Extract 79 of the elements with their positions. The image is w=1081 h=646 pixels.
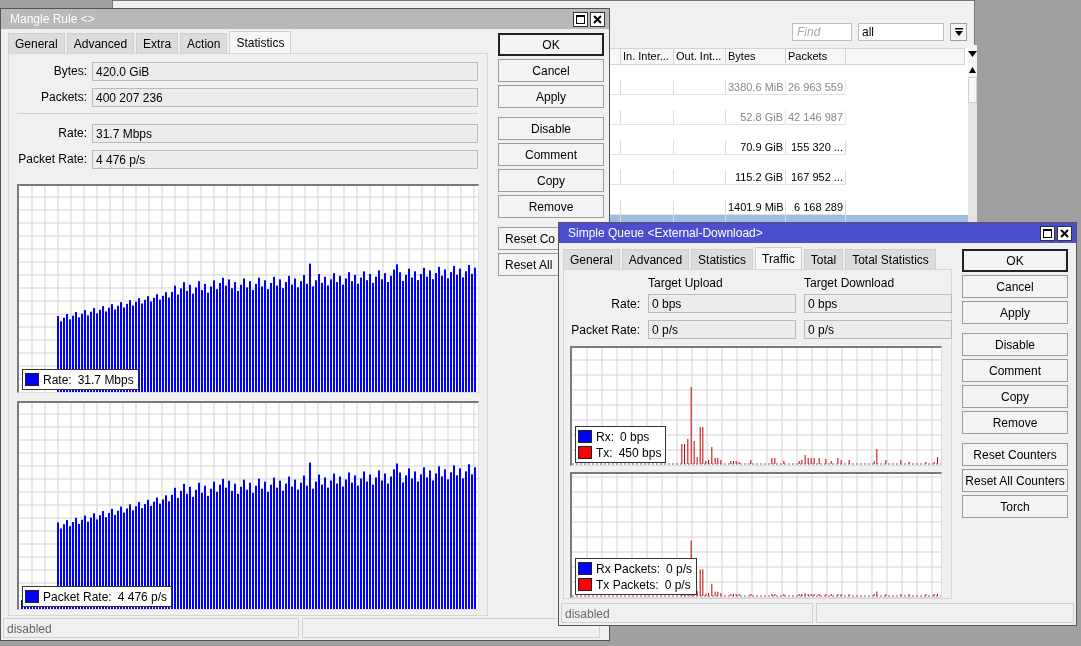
dialog-button[interactable]: Comment: [498, 143, 604, 166]
scroll-thumb[interactable]: [968, 77, 977, 103]
column-header[interactable]: Out. Int...: [674, 48, 726, 65]
down-arrow-icon: [954, 28, 963, 36]
field-label: Packet Rate:: [570, 322, 640, 337]
dialog-button[interactable]: Reset All Counters: [962, 469, 1068, 492]
legend-label: Tx:: [596, 445, 613, 460]
value-field: 31.7 Mbps: [92, 123, 478, 143]
legend-label: Rx Packets:: [596, 561, 661, 576]
dialog-button[interactable]: Disable: [498, 117, 604, 140]
tab[interactable]: Total: [803, 249, 844, 269]
column-header[interactable]: Bytes: [726, 48, 786, 65]
filter-dropdown[interactable]: all: [858, 23, 944, 41]
field-label: Packet Rate:: [17, 152, 87, 166]
tab[interactable]: Statistics: [691, 249, 754, 269]
maximize-button[interactable]: [1040, 225, 1055, 241]
close-icon: [1060, 228, 1069, 238]
status-text: disabled: [561, 603, 813, 623]
column-header[interactable]: Packets: [786, 48, 846, 65]
dialog-button[interactable]: Copy: [498, 169, 604, 192]
dialog-button[interactable]: Comment: [962, 359, 1068, 382]
legend-value: 0 p/s: [664, 577, 691, 592]
value-field: 0 bps: [804, 294, 952, 313]
tab[interactable]: Traffic: [755, 247, 802, 269]
tab[interactable]: Advanced: [66, 33, 135, 53]
dialog-button[interactable]: Cancel: [498, 59, 604, 82]
legend-value: 31.7 Mbps: [77, 372, 134, 387]
close-button[interactable]: [590, 11, 605, 27]
legend-value: 4 476 p/s: [117, 589, 168, 604]
value-field: 0 p/s: [648, 320, 796, 339]
dialog-button[interactable]: Cancel: [962, 275, 1068, 298]
value-field: 400 207 236: [92, 87, 478, 107]
up-arrow-icon: [969, 66, 976, 73]
scroll-up-button[interactable]: [968, 62, 977, 77]
dialog-button[interactable]: Apply: [962, 301, 1068, 324]
window-title: Mangle Rule <>: [10, 12, 96, 26]
dialog-button[interactable]: OK: [962, 249, 1068, 272]
down-triangle-icon: [968, 50, 977, 57]
value-field: 4 476 p/s: [92, 149, 478, 169]
filter-menu-button[interactable]: [950, 23, 967, 41]
dialog-button[interactable]: Copy: [962, 385, 1068, 408]
tab[interactable]: Extra: [136, 33, 179, 53]
legend-label: Tx Packets:: [596, 577, 659, 592]
field-label: Rate:: [610, 296, 640, 311]
tab[interactable]: General: [563, 249, 620, 269]
dialog-button[interactable]: Remove: [962, 411, 1068, 434]
dialog-button[interactable]: Disable: [962, 333, 1068, 356]
maximize-button[interactable]: [573, 11, 588, 27]
dialog-button[interactable]: Torch: [962, 495, 1068, 518]
column-heading: Target Download: [804, 276, 896, 290]
tab[interactable]: Advanced: [621, 249, 690, 269]
value-field: 0 p/s: [804, 320, 952, 339]
maximize-icon: [576, 14, 585, 24]
field-label: Packets:: [39, 90, 87, 104]
field-label: Bytes:: [52, 64, 87, 78]
legend-label: Packet Rate:: [43, 589, 112, 604]
legend-label: Rx:: [596, 429, 614, 444]
close-button[interactable]: [1057, 225, 1072, 241]
tab[interactable]: Total Statistics: [845, 249, 936, 269]
column-header[interactable]: In. Inter...: [621, 48, 674, 65]
tab[interactable]: Action: [180, 33, 228, 53]
close-icon: [593, 14, 602, 24]
tab[interactable]: General: [8, 33, 65, 53]
dialog-button[interactable]: Reset Counters: [962, 443, 1068, 466]
tab[interactable]: Statistics: [229, 31, 292, 53]
dialog-button[interactable]: OK: [498, 33, 604, 56]
column-heading: Target Upload: [648, 276, 724, 290]
maximize-icon: [1043, 228, 1052, 238]
dialog-button[interactable]: Remove: [498, 195, 604, 218]
dialog-button[interactable]: Apply: [498, 85, 604, 108]
value-field: 420.0 GiB: [92, 61, 478, 81]
field-label: Rate:: [57, 126, 87, 140]
legend-value: 0 p/s: [666, 561, 693, 576]
legend-label: Rate:: [43, 372, 72, 387]
legend-value: 0 bps: [620, 429, 650, 444]
value-field: 0 bps: [648, 294, 796, 313]
legend-value: 450 bps: [618, 445, 662, 460]
column-menu-button[interactable]: [968, 45, 977, 62]
status-text: disabled: [3, 618, 299, 638]
